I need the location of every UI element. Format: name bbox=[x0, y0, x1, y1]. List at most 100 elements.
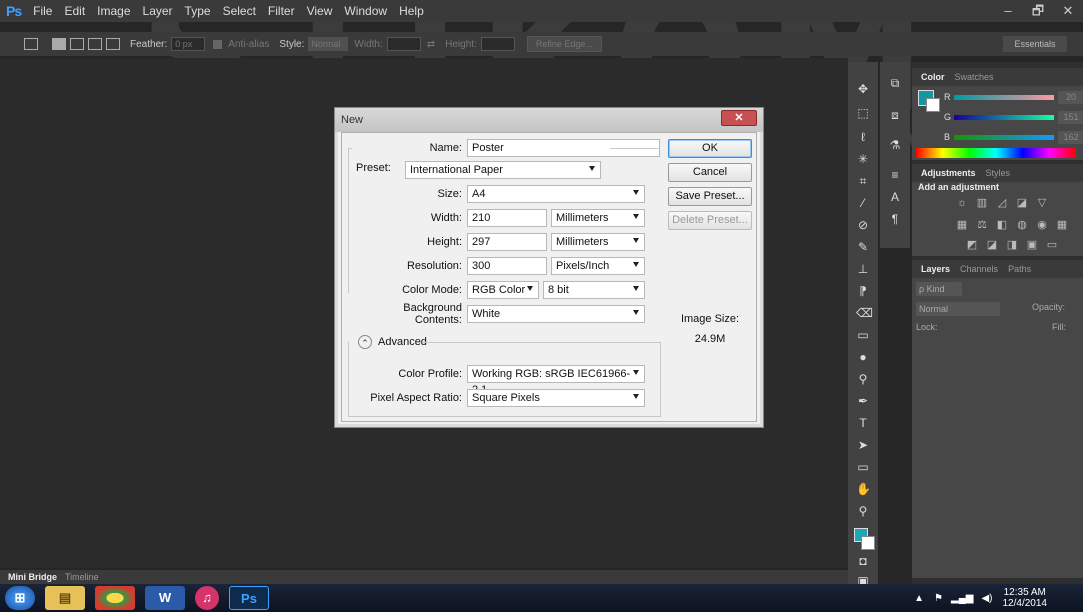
bit-depth-select[interactable]: 8 bit bbox=[543, 281, 645, 299]
zoom-tool-icon[interactable]: ⚲ bbox=[856, 504, 870, 518]
blur-tool-icon[interactable]: ● bbox=[856, 350, 870, 364]
hue-saturation-icon[interactable]: ▦ bbox=[956, 220, 968, 231]
restore-button[interactable]: 🗗 bbox=[1023, 0, 1053, 22]
stamp-tool-icon[interactable]: ⊥ bbox=[856, 262, 870, 276]
background-color-chip[interactable] bbox=[926, 98, 940, 112]
width-unit-select[interactable]: Millimeters bbox=[551, 209, 645, 227]
green-value[interactable]: 151 bbox=[1058, 110, 1083, 124]
color-mode-select[interactable]: RGB Color bbox=[467, 281, 539, 299]
layer-kind-filter[interactable]: ρ Kind bbox=[916, 282, 962, 296]
tab-channels[interactable]: Channels bbox=[955, 264, 1003, 274]
add-selection-icon[interactable] bbox=[70, 38, 84, 50]
volume-icon[interactable]: ◀) bbox=[981, 593, 992, 604]
minimize-button[interactable]: – bbox=[993, 0, 1023, 22]
green-slider[interactable] bbox=[954, 114, 1054, 120]
itunes-icon[interactable]: ♫ bbox=[195, 586, 219, 610]
refine-edge-button[interactable]: Refine Edge... bbox=[526, 36, 602, 52]
channel-mixer-icon[interactable]: ◉ bbox=[1036, 220, 1048, 231]
new-selection-icon[interactable] bbox=[52, 38, 66, 50]
move-tool-icon[interactable]: ✥ bbox=[856, 82, 870, 96]
color-lookup-icon[interactable]: ▦ bbox=[1056, 220, 1068, 231]
width-input[interactable] bbox=[386, 37, 421, 51]
menu-image[interactable]: Image bbox=[91, 4, 136, 18]
levels-icon[interactable]: ▥ bbox=[976, 198, 988, 209]
invert-icon[interactable]: ◩ bbox=[966, 240, 978, 251]
brightness-icon[interactable]: ☼ bbox=[956, 198, 968, 209]
history-brush-tool-icon[interactable]: ⁋ bbox=[856, 284, 870, 298]
blue-slider[interactable] bbox=[954, 134, 1054, 140]
color-balance-icon[interactable]: ⚖ bbox=[976, 220, 988, 231]
photo-filter-icon[interactable]: ◍ bbox=[1016, 220, 1028, 231]
start-button-icon[interactable]: ⊞ bbox=[5, 586, 35, 610]
gradient-map-icon[interactable]: ▭ bbox=[1046, 240, 1058, 251]
brush-presets-icon[interactable]: ≡ bbox=[888, 168, 902, 182]
menu-help[interactable]: Help bbox=[393, 4, 430, 18]
width-input[interactable]: 210 bbox=[467, 209, 547, 227]
properties-panel-icon[interactable]: ⧈ bbox=[888, 108, 902, 122]
gradient-tool-icon[interactable]: ▭ bbox=[856, 328, 870, 342]
vibrance-icon[interactable]: ▽ bbox=[1036, 198, 1048, 209]
tab-layers[interactable]: Layers bbox=[916, 264, 955, 274]
paragraph-panel-icon[interactable]: ¶ bbox=[888, 212, 902, 226]
menu-view[interactable]: View bbox=[301, 4, 339, 18]
pen-tool-icon[interactable]: ✒ bbox=[856, 394, 870, 408]
black-white-icon[interactable]: ◧ bbox=[996, 220, 1008, 231]
color-spectrum-bar[interactable] bbox=[916, 148, 1076, 158]
brush-panel-icon[interactable]: ⚗ bbox=[888, 138, 902, 152]
file-explorer-icon[interactable]: ▤ bbox=[45, 586, 85, 610]
chrome-icon[interactable] bbox=[95, 586, 135, 610]
curves-icon[interactable]: ◿ bbox=[996, 198, 1008, 209]
menu-filter[interactable]: Filter bbox=[262, 4, 301, 18]
tab-paths[interactable]: Paths bbox=[1003, 264, 1036, 274]
subtract-selection-icon[interactable] bbox=[88, 38, 102, 50]
type-tool-icon[interactable]: T bbox=[856, 416, 870, 430]
background-color-swatch[interactable] bbox=[861, 536, 875, 550]
tab-color[interactable]: Color bbox=[916, 72, 950, 82]
height-input[interactable] bbox=[480, 37, 515, 51]
quick-select-tool-icon[interactable]: ✳ bbox=[856, 152, 870, 166]
quick-mask-icon[interactable]: ◘ bbox=[856, 554, 870, 568]
threshold-icon[interactable]: ◨ bbox=[1006, 240, 1018, 251]
clock[interactable]: 12:35 AM 12/4/2014 bbox=[1003, 587, 1048, 609]
tab-adjustments[interactable]: Adjustments bbox=[916, 168, 981, 178]
blend-mode-select[interactable]: Normal bbox=[916, 302, 1000, 316]
shape-tool-icon[interactable]: ▭ bbox=[856, 460, 870, 474]
tab-styles[interactable]: Styles bbox=[981, 168, 1016, 178]
close-window-button[interactable]: ✕ bbox=[1053, 0, 1083, 22]
cancel-button[interactable]: Cancel bbox=[668, 163, 752, 182]
hand-tool-icon[interactable]: ✋ bbox=[856, 482, 871, 496]
workspace-switcher[interactable]: Essentials bbox=[1003, 36, 1067, 52]
tab-mini-bridge[interactable]: Mini Bridge bbox=[4, 572, 61, 582]
collapse-advanced-icon[interactable]: ⌃ bbox=[358, 335, 372, 349]
resolution-input[interactable]: 300 bbox=[467, 257, 547, 275]
marquee-tool-icon[interactable] bbox=[24, 38, 38, 50]
red-value[interactable]: 20 bbox=[1058, 90, 1083, 104]
tab-swatches[interactable]: Swatches bbox=[950, 72, 999, 82]
ok-button[interactable]: OK bbox=[668, 139, 752, 158]
marquee-tool-icon[interactable]: ⬚ bbox=[856, 106, 870, 120]
action-center-icon[interactable]: ⚑ bbox=[934, 593, 943, 604]
pixel-aspect-select[interactable]: Square Pixels bbox=[467, 389, 645, 407]
save-preset-button[interactable]: Save Preset... bbox=[668, 187, 752, 206]
style-select[interactable]: Normal bbox=[308, 37, 349, 51]
intersect-selection-icon[interactable] bbox=[106, 38, 120, 50]
photoshop-taskbar-icon[interactable]: Ps bbox=[229, 586, 269, 610]
posterize-icon[interactable]: ◪ bbox=[986, 240, 998, 251]
show-hidden-icons-icon[interactable]: ▲ bbox=[914, 593, 924, 604]
exposure-icon[interactable]: ◪ bbox=[1016, 198, 1028, 209]
eraser-tool-icon[interactable]: ⌫ bbox=[856, 306, 873, 320]
menu-file[interactable]: File bbox=[27, 4, 58, 18]
healing-tool-icon[interactable]: ⊘ bbox=[856, 218, 870, 232]
dialog-titlebar[interactable]: New ✕ bbox=[335, 108, 763, 132]
menu-select[interactable]: Select bbox=[217, 4, 262, 18]
tab-timeline[interactable]: Timeline bbox=[61, 572, 103, 582]
menu-layer[interactable]: Layer bbox=[137, 4, 179, 18]
menu-type[interactable]: Type bbox=[179, 4, 217, 18]
blue-value[interactable]: 162 bbox=[1058, 130, 1083, 144]
word-icon[interactable]: W bbox=[145, 586, 185, 610]
menu-window[interactable]: Window bbox=[338, 4, 393, 18]
bg-contents-select[interactable]: White bbox=[467, 305, 645, 323]
character-panel-icon[interactable]: A bbox=[888, 190, 902, 204]
height-input[interactable]: 297 bbox=[467, 233, 547, 251]
resolution-unit-select[interactable]: Pixels/Inch bbox=[551, 257, 645, 275]
